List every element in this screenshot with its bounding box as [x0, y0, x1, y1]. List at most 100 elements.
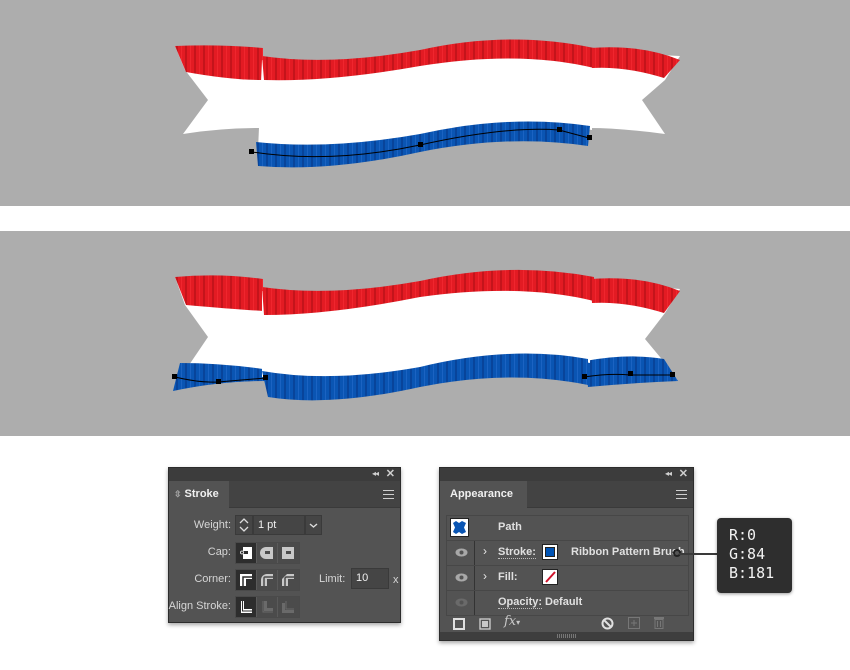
expand-chevron-icon[interactable]: ›	[483, 544, 487, 558]
callout-leader-line	[679, 553, 717, 555]
align-outside-button[interactable]	[278, 597, 299, 617]
panel-titlebar[interactable]: ◂◂ ✕	[440, 468, 693, 481]
round-join-button[interactable]	[257, 570, 278, 590]
fill-label[interactable]: Fill:	[498, 571, 518, 583]
panel-tabbar: ⇳ Stroke	[169, 481, 400, 508]
limit-input[interactable]: 10	[351, 568, 389, 589]
miter-join-button[interactable]	[236, 570, 257, 590]
opacity-attribute-row[interactable]: Opacity: Default	[447, 591, 688, 615]
align-stroke-label: Align Stroke:	[168, 600, 231, 612]
align-inside-icon	[262, 601, 273, 613]
opacity-value: Default	[545, 596, 583, 608]
anchor-point	[216, 379, 221, 384]
collapse-panel-icon[interactable]: ◂◂	[665, 469, 672, 478]
anchor-point	[249, 149, 254, 154]
close-panel-icon[interactable]: ✕	[679, 467, 688, 480]
weight-dropdown[interactable]	[305, 515, 322, 535]
weight-label: Weight:	[193, 519, 231, 531]
miter-join-icon	[240, 574, 252, 586]
delete-item-icon[interactable]	[653, 616, 665, 629]
round-join-icon	[261, 574, 273, 586]
red-value: R:0	[729, 526, 757, 544]
anchor-point	[628, 371, 633, 376]
stroke-attribute-row[interactable]: › Stroke: Ribbon Pattern Brush	[447, 541, 688, 566]
opacity-label[interactable]: Opacity:	[498, 596, 543, 609]
align-inside-button[interactable]	[257, 597, 278, 617]
path-thumbnail	[450, 518, 469, 537]
tab-appearance[interactable]: Appearance	[440, 481, 527, 508]
align-center-button[interactable]	[236, 597, 257, 617]
stroke-brush-name[interactable]: Ribbon Pattern Brush	[571, 546, 685, 558]
fill-attribute-row[interactable]: › Fill:	[447, 566, 688, 591]
eye-icon[interactable]	[455, 573, 468, 582]
weight-input[interactable]: 1 pt	[253, 515, 305, 535]
corner-label: Corner:	[194, 573, 231, 585]
stroke-panel: ◂◂ ✕ ⇳Stroke Weight: 1 pt Cap: Corner:	[168, 467, 401, 623]
corner-buttons	[235, 569, 300, 591]
cap-row: Cap:	[169, 542, 400, 564]
ribbon-illustration-1	[175, 39, 680, 168]
limit-label: Limit:	[319, 573, 346, 585]
color-value-callout: R:0 G:84 B:181	[717, 518, 792, 593]
ribbon-thumbnail-icon	[453, 521, 466, 534]
butt-cap-icon	[240, 547, 252, 559]
panel-tabbar: Appearance	[440, 481, 693, 508]
weight-row: Weight: 1 pt	[169, 515, 400, 535]
align-stroke-row: Align Stroke:	[169, 596, 400, 618]
eye-icon	[455, 598, 468, 607]
align-outside-icon	[282, 601, 294, 613]
projecting-cap-icon	[282, 547, 294, 559]
artboard-canvas-2	[0, 231, 850, 436]
cap-label: Cap:	[207, 546, 231, 558]
updown-toggle-icon[interactable]: ⇳	[174, 489, 182, 499]
stroke-color-swatch[interactable]	[542, 544, 558, 560]
corner-row: Corner: Limit: 10 x	[169, 568, 400, 591]
appearance-list: Path › Stroke: Ribbon Pattern Brush › Fi…	[446, 515, 689, 616]
anchor-point	[172, 374, 177, 379]
duplicate-item-icon[interactable]	[628, 617, 640, 629]
path-label: Path	[498, 521, 522, 533]
align-stroke-buttons	[235, 596, 300, 618]
chevron-down-icon	[309, 523, 318, 528]
path-header-row[interactable]: Path	[447, 516, 688, 541]
limit-unit: x	[393, 574, 399, 586]
artboard-canvas-1	[0, 0, 850, 206]
bevel-join-icon	[282, 574, 294, 586]
add-effect-fx-icon[interactable]: fx▾	[504, 614, 520, 629]
fill-none-swatch[interactable]	[542, 569, 558, 585]
anchor-point	[670, 372, 675, 377]
ribbon-illustration-2	[172, 269, 680, 401]
anchor-point	[582, 374, 587, 379]
bevel-join-button[interactable]	[278, 570, 299, 590]
round-cap-icon	[260, 547, 273, 559]
appearance-panel: ◂◂ ✕ Appearance Path › Stroke: Ribbon Pa…	[439, 467, 694, 641]
collapse-panel-icon[interactable]: ◂◂	[372, 469, 379, 478]
appearance-bottom-toolbar: fx▾	[440, 614, 693, 632]
weight-stepper[interactable]	[235, 515, 253, 535]
align-center-icon	[241, 601, 252, 613]
eye-icon[interactable]	[455, 548, 468, 557]
panel-menu-icon[interactable]	[383, 490, 394, 502]
cap-buttons	[235, 542, 300, 564]
no-fill-icon	[545, 571, 556, 583]
clear-appearance-icon[interactable]	[601, 617, 614, 630]
panel-menu-icon[interactable]	[676, 490, 687, 502]
round-cap-button[interactable]	[257, 543, 278, 563]
butt-cap-button[interactable]	[236, 543, 257, 563]
add-new-fill-icon[interactable]	[479, 618, 491, 630]
projecting-cap-button[interactable]	[278, 543, 299, 563]
anchor-point	[263, 375, 268, 380]
resize-grip[interactable]	[440, 632, 693, 640]
anchor-point	[557, 127, 562, 132]
expand-chevron-icon[interactable]: ›	[483, 569, 487, 583]
green-value: G:84	[729, 545, 766, 563]
anchor-point	[587, 135, 592, 140]
anchor-point	[418, 142, 423, 147]
ribbon-left-red-edge	[175, 45, 263, 80]
blue-value: B:181	[729, 564, 775, 582]
stroke-label[interactable]: Stroke:	[498, 546, 536, 559]
tab-stroke[interactable]: ⇳ Stroke	[169, 481, 229, 508]
add-new-stroke-icon[interactable]	[453, 618, 465, 630]
close-panel-icon[interactable]: ✕	[386, 467, 395, 480]
panel-titlebar[interactable]: ◂◂ ✕	[169, 468, 400, 481]
